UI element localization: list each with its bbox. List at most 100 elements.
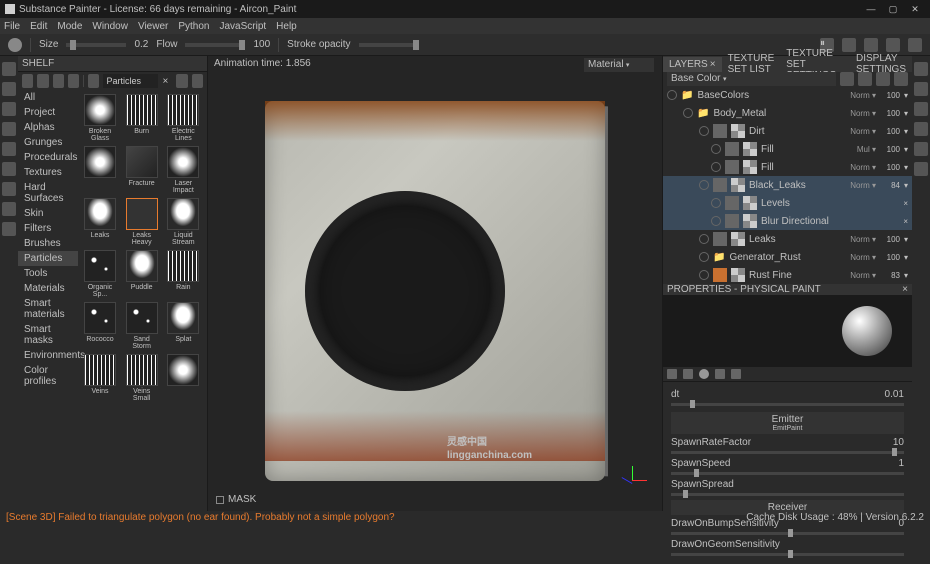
menu-file[interactable]: File [4, 21, 20, 32]
param-slider[interactable] [671, 553, 904, 556]
category-item[interactable]: Materials [18, 281, 78, 296]
shelf-thumb[interactable] [165, 354, 201, 402]
flow-slider[interactable] [185, 43, 245, 47]
size-slider[interactable] [66, 43, 126, 47]
camera-icon[interactable] [886, 38, 900, 52]
sun-icon[interactable] [864, 38, 878, 52]
prop-material-icon[interactable] [715, 369, 725, 379]
right-tool-4-icon[interactable] [914, 122, 928, 136]
shelf-thumb[interactable]: Organic Sp... [82, 250, 118, 298]
shelf-thumb[interactable]: Rain [165, 250, 201, 298]
category-item[interactable]: Hard Surfaces [18, 180, 78, 206]
param-slider[interactable] [671, 472, 904, 475]
category-item[interactable]: Particles [18, 251, 78, 266]
layer-row[interactable]: 📁Body_MetalNorm ▾100 ▾ [663, 104, 912, 122]
settings-icon[interactable] [908, 38, 922, 52]
shelf-folder-icon[interactable] [37, 74, 48, 88]
layer-row[interactable]: 📁BaseColorsNorm ▾100 ▾ [663, 86, 912, 104]
layer-row[interactable]: LeaksNorm ▾100 ▾ [663, 230, 912, 248]
shelf-shape-icon[interactable] [53, 74, 64, 88]
shelf-thumb[interactable]: Burn [124, 94, 160, 142]
close-button[interactable]: ✕ [905, 2, 925, 16]
shelf-view-icon[interactable] [68, 74, 79, 88]
fill-tool-icon[interactable] [2, 122, 16, 136]
close-icon[interactable]: × [710, 59, 716, 70]
prop-channel-icon[interactable] [731, 369, 741, 379]
category-item[interactable]: Smart masks [18, 322, 78, 348]
menu-mode[interactable]: Mode [57, 21, 82, 32]
category-item[interactable]: Filters [18, 221, 78, 236]
shelf-thumb[interactable]: Liquid Stream [165, 198, 201, 246]
eraser-tool-icon[interactable] [2, 82, 16, 96]
category-item[interactable]: Skin [18, 206, 78, 221]
shelf-thumb[interactable]: Laser Impact [165, 146, 201, 194]
shelf-thumb[interactable]: Splat [165, 302, 201, 350]
param-slider[interactable] [671, 403, 904, 406]
shelf-thumb[interactable]: Fracture [124, 146, 160, 194]
layer-row[interactable]: FillNorm ▾100 ▾ [663, 158, 912, 176]
stroke-slider[interactable] [359, 43, 419, 47]
visibility-icon[interactable] [683, 108, 693, 118]
category-item[interactable]: Color profiles [18, 363, 78, 389]
axis-gizmo[interactable] [617, 451, 647, 481]
shelf-thumb[interactable] [82, 146, 118, 194]
shelf-thumb[interactable]: Puddle [124, 250, 160, 298]
maximize-button[interactable]: ▢ [883, 2, 903, 16]
smudge-tool-icon[interactable] [2, 142, 16, 156]
layer-row[interactable]: Black_LeaksNorm ▾84 ▾ [663, 176, 912, 194]
shelf-thumb[interactable]: Sand Storm [124, 302, 160, 350]
right-tool-1-icon[interactable] [914, 62, 928, 76]
right-tool-5-icon[interactable] [914, 142, 928, 156]
visibility-icon[interactable] [699, 234, 709, 244]
visibility-icon[interactable] [699, 126, 709, 136]
shelf-filter-icon[interactable] [88, 74, 99, 88]
shelf-thumb[interactable]: Veins Small [124, 354, 160, 402]
layer-row[interactable]: Blur Directional× [663, 212, 912, 230]
menu-python[interactable]: Python [178, 21, 209, 32]
picker-tool-icon[interactable] [2, 182, 16, 196]
param-slider[interactable] [671, 532, 904, 535]
prop-stencil-icon[interactable] [699, 369, 709, 379]
viewport[interactable]: Animation time: 1.856 Material ▾ MASK 灵感… [208, 56, 662, 511]
visibility-icon[interactable] [699, 270, 709, 280]
menu-help[interactable]: Help [276, 21, 297, 32]
shelf-thumb[interactable]: Electric Lines [165, 94, 201, 142]
visibility-icon[interactable] [667, 90, 677, 100]
category-item[interactable]: Alphas [18, 120, 78, 135]
select-tool-icon[interactable] [2, 222, 16, 236]
shelf-list-icon[interactable] [192, 74, 203, 88]
model-3d[interactable] [265, 101, 605, 481]
category-item[interactable]: Procedurals [18, 150, 78, 165]
shelf-thumb[interactable]: Leaks Heavy [124, 198, 160, 246]
shelf-thumb[interactable]: Leaks [82, 198, 118, 246]
category-item[interactable]: Brushes [18, 236, 78, 251]
brush-preview-icon[interactable] [8, 38, 22, 52]
layer-row[interactable]: 📁Generator_RustNorm ▾100 ▾ [663, 248, 912, 266]
channel-select[interactable]: Base Color ▾ [667, 72, 836, 86]
visibility-icon[interactable] [711, 216, 721, 226]
param-slider[interactable] [671, 451, 904, 454]
category-item[interactable]: Smart materials [18, 296, 78, 322]
shelf-search-clear[interactable]: × [162, 76, 168, 87]
mask-checkbox[interactable] [216, 496, 224, 504]
minimize-button[interactable]: — [861, 2, 881, 16]
menu-window[interactable]: Window [92, 21, 128, 32]
category-item[interactable]: Environments [18, 348, 78, 363]
visibility-icon[interactable] [711, 162, 721, 172]
add-effect-icon[interactable] [858, 72, 872, 86]
shelf-thumb[interactable]: Veins [82, 354, 118, 402]
shelf-grid-icon[interactable] [176, 74, 187, 88]
menu-javascript[interactable]: JavaScript [219, 21, 266, 32]
right-tool-6-icon[interactable] [914, 162, 928, 176]
category-item[interactable]: Project [18, 105, 78, 120]
category-item[interactable]: Textures [18, 165, 78, 180]
visibility-icon[interactable] [711, 198, 721, 208]
prop-alpha-icon[interactable] [683, 369, 693, 379]
properties-close-icon[interactable]: × [902, 284, 908, 295]
material-preview[interactable] [663, 296, 912, 366]
shelf-import-icon[interactable] [22, 74, 33, 88]
projection-tool-icon[interactable] [2, 102, 16, 116]
shelf-thumb[interactable]: Broken Glass [82, 94, 118, 142]
geometry-tool-icon[interactable] [2, 202, 16, 216]
category-item[interactable]: All [18, 90, 78, 105]
